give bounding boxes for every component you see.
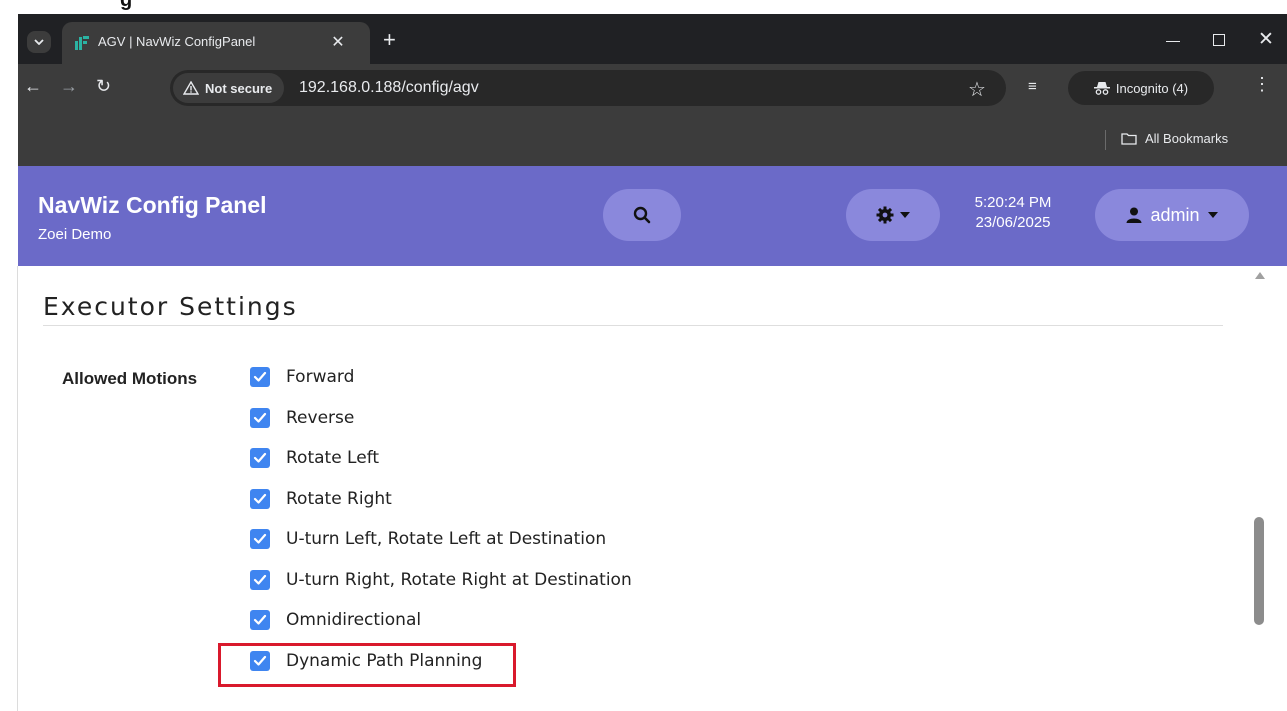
security-label: Not secure [205, 80, 273, 96]
scroll-up-arrow-icon[interactable] [1255, 272, 1265, 279]
url-text: 192.168.0.188/config/agv [299, 79, 479, 96]
section-title: Executor Settings [43, 292, 298, 321]
option-label: Rotate Left [286, 448, 380, 468]
option-label: U-turn Right, Rotate Right at Destinatio… [286, 569, 632, 590]
motion-option-forward[interactable]: Forward [250, 366, 632, 407]
reading-list-icon[interactable]: ≡ [1028, 78, 1037, 95]
address-bar[interactable]: Not secure 192.168.0.188/config/agv ☆ [170, 70, 1006, 106]
tab-bar: AGV | NavWiz ConfigPanel ✕ + ✕ [18, 14, 1287, 64]
user-icon [1126, 207, 1142, 223]
maximize-icon[interactable] [1213, 34, 1225, 46]
bookmarks-separator [1105, 130, 1106, 150]
check-icon [253, 452, 267, 463]
forward-arrow-icon[interactable]: → [60, 76, 78, 97]
incognito-label: Incognito (4) [1115, 80, 1189, 96]
browser-toolbar: ← → ↻ Not secure 192.168.0.188/config/ag… [18, 64, 1287, 116]
checkbox-checked[interactable] [250, 569, 270, 590]
option-label: Omnidirectional [286, 610, 422, 630]
user-name: admin [1150, 204, 1200, 225]
bookmarks-bar: All Bookmarks [18, 116, 1287, 166]
all-bookmarks-label: All Bookmarks [1145, 131, 1229, 146]
all-bookmarks-button[interactable]: All Bookmarks [1121, 131, 1228, 146]
checkbox-checked[interactable] [250, 488, 270, 509]
incognito-icon [1093, 82, 1110, 95]
browser-chrome: AGV | NavWiz ConfigPanel ✕ + ✕ ← → ↻ Not… [18, 14, 1287, 166]
clock-time: 5:20:24 PM [974, 194, 1052, 211]
more-menu-icon[interactable]: ⋮ [1253, 74, 1271, 95]
tab-title: AGV | NavWiz ConfigPanel [98, 34, 256, 49]
check-icon [253, 371, 267, 382]
partial-heading-text: g [120, 0, 133, 11]
motion-option-rotate-left[interactable]: Rotate Left [250, 447, 632, 488]
check-icon [253, 574, 267, 585]
motion-option-u-turn-right[interactable]: U-turn Right, Rotate Right at Destinatio… [250, 569, 632, 610]
search-icon [633, 206, 651, 224]
close-tab-icon[interactable]: ✕ [328, 32, 348, 52]
new-tab-icon[interactable]: + [383, 29, 396, 51]
option-label: Forward [286, 367, 355, 387]
back-arrow-icon[interactable]: ← [24, 76, 42, 97]
check-icon [253, 412, 267, 423]
checkbox-checked[interactable] [250, 367, 270, 387]
reload-icon[interactable]: ↻ [96, 76, 111, 97]
content-left-border [17, 266, 18, 711]
clock-display: 5:20:24 PM 23/06/2025 [958, 193, 1068, 233]
app-header: NavWiz Config Panel Zoei Demo 5:20:24 PM… [18, 166, 1287, 266]
checkbox-checked[interactable] [250, 529, 270, 549]
chevron-down-icon [34, 39, 44, 45]
allowed-motions-label: Allowed Motions [62, 369, 198, 388]
highlight-annotation-box [218, 643, 516, 687]
bookmark-star-icon[interactable]: ☆ [968, 77, 986, 102]
motion-option-u-turn-left[interactable]: U-turn Left, Rotate Left at Destination [250, 528, 632, 569]
checkbox-checked[interactable] [250, 407, 270, 428]
tab-search-button[interactable] [27, 31, 51, 53]
gear-icon [876, 206, 894, 224]
check-icon [253, 614, 267, 625]
check-icon [253, 533, 267, 544]
incognito-button[interactable]: Incognito (4) [1068, 71, 1214, 105]
top-partial-text-strip: g [0, 0, 1287, 14]
allowed-motions-list: Forward Reverse Rotate Left Rotate Right… [250, 366, 632, 690]
clock-date: 23/06/2025 [975, 214, 1051, 231]
checkbox-checked[interactable] [250, 610, 270, 630]
user-menu-button[interactable]: admin [1095, 189, 1249, 241]
caret-down-icon [1207, 212, 1218, 218]
active-tab[interactable]: AGV | NavWiz ConfigPanel ✕ [62, 22, 370, 64]
search-button[interactable] [603, 189, 681, 241]
folder-icon [1121, 132, 1137, 145]
window-close-icon[interactable]: ✕ [1258, 28, 1274, 51]
security-chip[interactable]: Not secure [173, 73, 285, 103]
motion-option-rotate-right[interactable]: Rotate Right [250, 488, 632, 529]
settings-menu-button[interactable] [846, 189, 940, 241]
motion-option-reverse[interactable]: Reverse [250, 407, 632, 448]
check-icon [253, 493, 267, 504]
app-title: NavWiz Config Panel [38, 192, 267, 218]
option-label: Reverse [286, 407, 355, 428]
warning-icon [183, 81, 199, 95]
option-label: U-turn Left, Rotate Left at Destination [286, 529, 607, 549]
checkbox-checked[interactable] [250, 448, 270, 468]
app-subtitle: Zoei Demo [38, 226, 112, 243]
option-label: Rotate Right [286, 488, 392, 509]
section-divider [43, 325, 1223, 326]
caret-down-icon [900, 212, 910, 218]
minimize-icon[interactable] [1166, 41, 1180, 42]
scrollbar-thumb[interactable] [1254, 517, 1264, 625]
app-favicon-icon [75, 36, 89, 50]
